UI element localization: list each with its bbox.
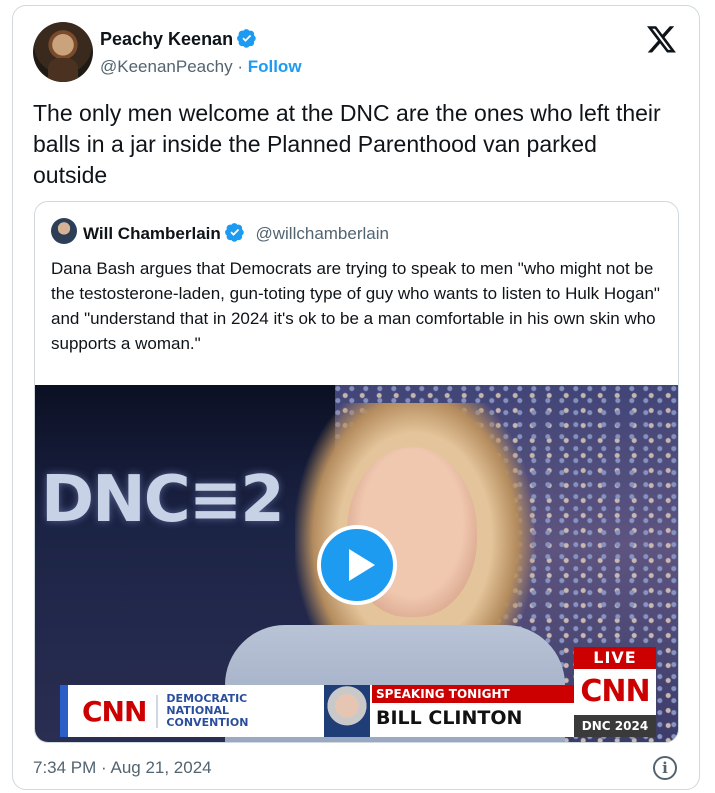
live-cnn-logo: CNN: [574, 669, 656, 715]
quoted-author-handle[interactable]: @willchamberlain: [256, 224, 389, 243]
live-label: LIVE: [574, 647, 656, 669]
author-name[interactable]: Peachy Keenan: [100, 28, 257, 50]
author-handle-line: @KeenanPeachy · Follow: [100, 57, 302, 77]
verified-badge-icon: [224, 223, 244, 242]
tweet-timestamp[interactable]: 7:34 PM · Aug 21, 2024: [33, 758, 212, 778]
chyron-event-line-3: CONVENTION: [166, 716, 249, 729]
speaking-tonight-label: SPEAKING TONIGHT: [372, 685, 574, 703]
live-bug: LIVE CNN DNC 2024: [574, 647, 656, 737]
info-icon[interactable]: i: [653, 756, 677, 780]
speaker-name: BILL CLINTON: [376, 707, 523, 729]
video-player[interactable]: DNC≡2 CNN DEMOCRATIC NATIONAL CONVENTION…: [35, 385, 678, 742]
quoted-tweet-text: Dana Bash argues that Democrats are tryi…: [51, 259, 660, 353]
x-logo-icon[interactable]: [647, 26, 677, 54]
play-button-icon[interactable]: [317, 525, 397, 605]
author-avatar[interactable]: [33, 22, 93, 82]
event-tag: DNC 2024: [574, 715, 656, 737]
separator-dot: ·: [237, 57, 243, 76]
author-name-text[interactable]: Peachy Keenan: [100, 29, 233, 49]
author-handle[interactable]: @KeenanPeachy: [100, 57, 233, 76]
quoted-author-name[interactable]: Will Chamberlain: [83, 224, 221, 243]
speaker-thumbnail: [324, 685, 370, 737]
dnc-sign: DNC≡2: [41, 463, 285, 537]
verified-badge-icon: [237, 29, 256, 48]
quoted-author-avatar[interactable]: [51, 218, 77, 244]
quoted-tweet[interactable]: Will Chamberlain @willchamberlain Dana B…: [34, 201, 679, 743]
chyron-speaker-block: SPEAKING TONIGHT BILL CLINTON: [324, 685, 574, 737]
tweet-text: The only men welcome at the DNC are the …: [33, 100, 661, 188]
chyron-event-name: DEMOCRATIC NATIONAL CONVENTION: [158, 693, 248, 729]
quoted-author-line: Will Chamberlain @willchamberlain: [83, 222, 389, 244]
chyron-network-block: CNN DEMOCRATIC NATIONAL CONVENTION: [60, 685, 324, 737]
follow-button[interactable]: Follow: [248, 57, 302, 76]
chyron-cnn-logo: CNN: [68, 694, 159, 728]
tweet-card: Peachy Keenan @KeenanPeachy · Follow The…: [12, 5, 700, 790]
